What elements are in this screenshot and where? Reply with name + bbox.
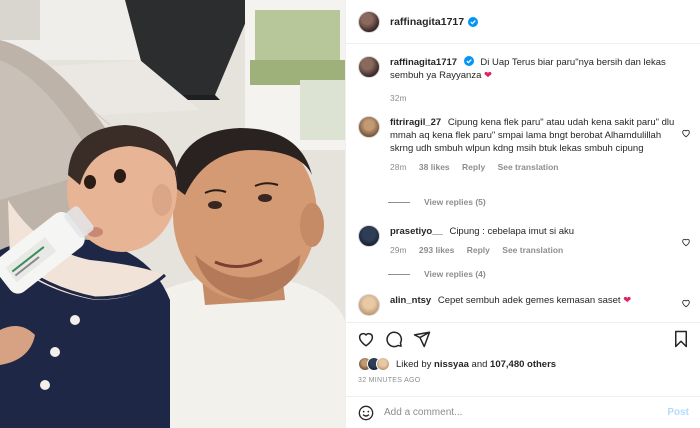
replies-divider-line: [388, 273, 410, 275]
view-replies-label[interactable]: View replies (5): [424, 197, 486, 207]
liked-by-row[interactable]: Liked by nissyaa and 107,480 others: [358, 357, 556, 371]
comment-item: alin_ntsy Cepet sembuh adek gemes kemasa…: [358, 294, 696, 316]
view-replies-button[interactable]: View replies (5): [388, 197, 486, 207]
verified-badge-icon: [468, 16, 479, 27]
caption-verified-badge-icon: [463, 56, 474, 66]
replies-divider-line: [388, 201, 410, 203]
author-username[interactable]: raffinagita1717: [390, 16, 464, 28]
post-comment-button[interactable]: Post: [667, 407, 689, 418]
reply-button[interactable]: Reply: [467, 245, 490, 255]
comment-time[interactable]: 29m: [390, 245, 407, 255]
comment-time[interactable]: 28m: [390, 162, 407, 172]
post-actions: Liked by nissyaa and 107,480 others 32 M…: [346, 322, 700, 400]
comment-bubble-icon[interactable]: [385, 330, 403, 348]
view-replies-label[interactable]: View replies (4): [424, 269, 486, 279]
see-translation-button[interactable]: See translation: [498, 162, 559, 172]
liked-by-count[interactable]: 107,480 others: [490, 359, 556, 370]
commenter-avatar[interactable]: [358, 294, 380, 316]
post-side-panel: raffinagita1717 raffinagita1717 Di Uap T…: [345, 0, 700, 428]
comment-like-heart-icon[interactable]: [681, 237, 691, 247]
add-comment-bar: Post: [346, 396, 700, 428]
comments-list[interactable]: raffinagita1717 Di Uap Terus biar paru"n…: [346, 44, 700, 322]
commenter-username[interactable]: fitriragil_27: [390, 117, 441, 128]
caption-time[interactable]: 32m: [390, 92, 680, 105]
comment-like-heart-icon[interactable]: [681, 298, 691, 308]
post-photo: [0, 0, 345, 428]
liker-avatar: [376, 357, 390, 371]
liked-by-username[interactable]: nissyaa: [434, 359, 469, 370]
comment-item: fitriragil_27 Cipung kena flek paru" ata…: [358, 116, 696, 174]
caption-heart-emoji: ❤: [484, 70, 492, 81]
post-time-ago[interactable]: 32 MINUTES AGO: [358, 377, 421, 384]
reply-button[interactable]: Reply: [462, 162, 485, 172]
commenter-avatar[interactable]: [358, 225, 380, 247]
like-heart-icon[interactable]: [357, 330, 375, 348]
comment-meta: 29m 293 likes Reply See translation: [390, 244, 675, 257]
comment-likes[interactable]: 38 likes: [419, 162, 450, 172]
liked-by-and: and: [471, 358, 488, 370]
comment-likes[interactable]: 293 likes: [419, 245, 454, 255]
comment-heart-emoji: ❤: [623, 295, 632, 306]
post-photo-illustration: [0, 0, 345, 428]
author-avatar[interactable]: [358, 10, 380, 33]
see-translation-button[interactable]: See translation: [502, 245, 563, 255]
view-replies-button[interactable]: View replies (4): [388, 269, 486, 279]
commenter-avatar[interactable]: [358, 116, 380, 138]
comment-meta: 28m 38 likes Reply See translation: [390, 161, 675, 174]
caption-author-avatar[interactable]: [358, 56, 380, 78]
commenter-username[interactable]: alin_ntsy: [390, 295, 431, 306]
post-header: raffinagita1717: [346, 0, 700, 44]
post-caption: raffinagita1717 Di Uap Terus biar paru"n…: [358, 56, 688, 105]
add-comment-input[interactable]: [384, 407, 654, 418]
share-send-icon[interactable]: [413, 330, 431, 348]
comment-item: prasetiyo__ Cipung : cebelapa imut si ak…: [358, 225, 696, 257]
comment-like-heart-icon[interactable]: [681, 128, 691, 138]
comment-text: Cepet sembuh adek gemes kemasan saset: [437, 295, 621, 306]
liked-by-prefix: Liked by: [396, 358, 432, 370]
comment-text: Cipung : cebelapa imut si aku: [449, 226, 575, 237]
commenter-username[interactable]: prasetiyo__: [390, 226, 443, 237]
save-bookmark-icon[interactable]: [672, 330, 690, 348]
caption-author-username[interactable]: raffinagita1717: [390, 57, 457, 68]
emoji-smiley-icon[interactable]: [358, 405, 374, 421]
